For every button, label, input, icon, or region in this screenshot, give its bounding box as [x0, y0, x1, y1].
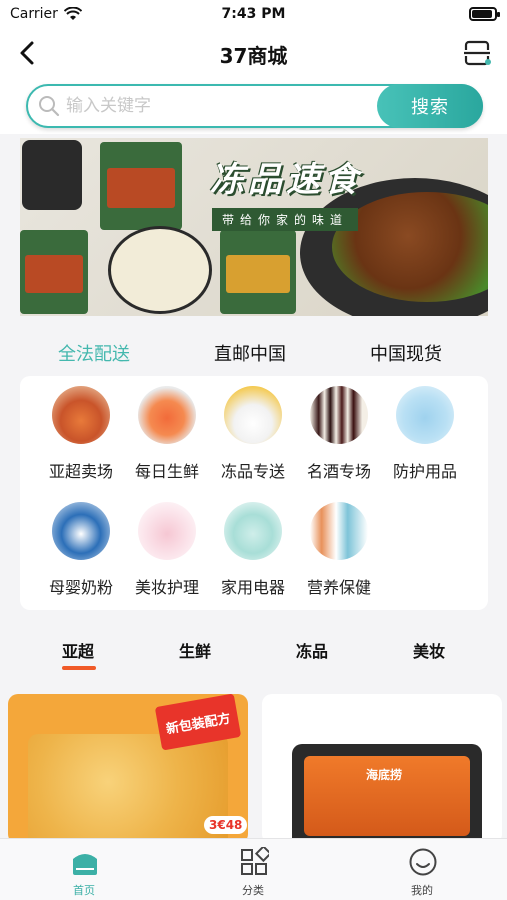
search-icon [39, 96, 60, 117]
tab-direct-mail-china[interactable]: 直邮中国 [214, 340, 286, 366]
active-tab-indicator [62, 666, 96, 670]
search-box: 搜索 [26, 84, 483, 128]
face-mask-icon [396, 386, 454, 444]
category-grid: 亚超卖场 每日生鲜 冻品专送 名酒专场 防护用品 母婴奶粉 美妆护理 家用电器 … [20, 376, 488, 610]
product-image [28, 734, 228, 844]
tab-label: 首页 [73, 884, 95, 897]
tab-home[interactable]: 首页 [44, 845, 124, 897]
category-appliances[interactable]: 家用电器 [208, 494, 298, 597]
tab-categories[interactable]: 分类 [213, 845, 293, 897]
banner-subtitle: 带给你家的味道 [212, 208, 359, 231]
frozen-food-icon [224, 386, 282, 444]
search-button[interactable]: 搜索 [377, 84, 483, 128]
category-label: 冻品专送 [220, 462, 285, 481]
banner-package-image [220, 230, 296, 314]
product-badge: 新包装配方 [154, 694, 242, 751]
tab-fresh[interactable]: 生鲜 [179, 638, 211, 662]
battery-icon [469, 7, 500, 21]
product-tabs: 亚超 生鲜 冻品 美妆 [0, 628, 507, 672]
category-nutrition[interactable]: 营养保健 [294, 494, 384, 597]
status-time: 7:43 PM [221, 6, 286, 22]
category-asian-market[interactable]: 亚超卖场 [36, 378, 126, 481]
category-wine[interactable]: 名酒专场 [294, 378, 384, 481]
tab-profile[interactable]: 我的 [382, 845, 462, 897]
banner-title: 冻品速食 [210, 160, 362, 200]
supplements-icon [310, 502, 368, 560]
page-title: 37商城 [219, 44, 288, 68]
category-label: 家用电器 [220, 578, 285, 597]
category-cosmetics[interactable]: 美妆护理 [122, 494, 212, 597]
scan-icon[interactable] [463, 40, 491, 66]
banner-package-image [100, 142, 182, 230]
tab-frozen[interactable]: 冻品 [296, 638, 328, 662]
tab-beauty[interactable]: 美妆 [413, 638, 445, 662]
search-input[interactable] [66, 92, 366, 120]
category-label: 营养保健 [306, 578, 371, 597]
wine-bottles-icon [310, 386, 368, 444]
category-baby-formula[interactable]: 母婴奶粉 [36, 494, 126, 597]
promo-banner[interactable]: 冻品速食 带给你家的味道 [20, 138, 488, 316]
tab-asian-supermarket[interactable]: 亚超 [62, 638, 94, 662]
product-brand: 海底捞 [366, 768, 403, 782]
baby-formula-icon [52, 502, 110, 560]
banner-package-image [22, 140, 82, 210]
product-badge-text: 新包装配方 [165, 710, 232, 738]
profile-icon [409, 848, 437, 876]
bottom-tab-bar: 首页 分类 我的 [0, 838, 507, 900]
category-label: 名酒专场 [306, 462, 371, 481]
category-protection[interactable]: 防护用品 [380, 378, 470, 481]
category-label: 防护用品 [392, 462, 457, 481]
banner-package-image [108, 226, 212, 314]
tab-label: 分类 [242, 884, 264, 897]
search-area: 搜索 [0, 78, 507, 134]
product-card[interactable]: 海底捞 [262, 694, 502, 844]
tab-france-delivery[interactable]: 全法配送 [58, 340, 130, 366]
category-label: 每日生鲜 [134, 462, 199, 481]
kettle-icon [224, 502, 282, 560]
product-price-tag: 3€48 [204, 816, 248, 834]
banner-package-image [20, 230, 88, 314]
asian-market-icon [52, 386, 110, 444]
product-card[interactable]: 新包装配方 3€48 [8, 694, 248, 844]
cosmetics-icon [138, 502, 196, 560]
nav-bar: 37商城 [0, 28, 507, 78]
category-label: 亚超卖场 [48, 462, 113, 481]
category-label: 美妆护理 [134, 578, 199, 597]
delivery-tabs: 全法配送 直邮中国 中国现货 [0, 330, 507, 374]
category-grid-icon [241, 847, 269, 875]
tab-china-stock[interactable]: 中国现货 [370, 340, 442, 366]
category-label: 母婴奶粉 [48, 578, 113, 597]
tab-label: 我的 [411, 884, 433, 897]
category-fresh[interactable]: 每日生鲜 [122, 378, 212, 481]
status-bar: Carrier 7:43 PM [0, 0, 507, 28]
fresh-seafood-icon [138, 386, 196, 444]
home-icon [73, 854, 97, 875]
category-frozen[interactable]: 冻品专送 [208, 378, 298, 481]
